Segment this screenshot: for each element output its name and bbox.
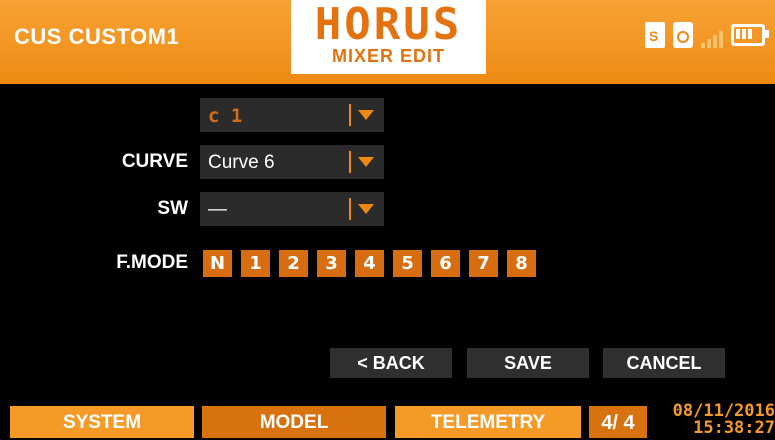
fmode-button-7[interactable]: 7 [469, 250, 498, 277]
curve-dropdown[interactable]: Curve 6 [200, 145, 384, 179]
cancel-button[interactable]: CANCEL [603, 348, 725, 378]
curve-label: CURVE [121, 151, 188, 172]
page-title: MIXER EDIT [331, 46, 445, 66]
source-value: c 1 [208, 105, 243, 127]
fmode-button-n[interactable]: N [203, 250, 232, 277]
fmode-button-4[interactable]: 4 [355, 250, 384, 277]
fmode-button-1[interactable]: 1 [241, 250, 270, 277]
logo-panel: HORUS MIXER EDIT [291, 0, 486, 74]
top-bar: CUS CUSTOM1 HORUS MIXER EDIT [0, 0, 775, 84]
fmode-button-8[interactable]: 8 [507, 250, 536, 277]
tab-model[interactable]: MODEL [202, 406, 386, 438]
sd-card-icon [645, 22, 665, 48]
dropdown-arrow-icon[interactable] [358, 204, 374, 214]
fmode-button-2[interactable]: 2 [279, 250, 308, 277]
battery-icon [731, 24, 769, 46]
save-button[interactable]: SAVE [467, 348, 589, 378]
sw-label: SW [157, 198, 188, 219]
tab-telemetry[interactable]: TELEMETRY [395, 406, 581, 438]
signal-strength-icon [701, 22, 723, 48]
dropdown-separator [349, 151, 351, 173]
horus-logo: HORUS [314, 0, 463, 50]
fmode-label: F.MODE [116, 252, 188, 273]
page-indicator: 4/ 4 [589, 406, 647, 438]
switch-value: — [208, 199, 227, 220]
switch-dropdown[interactable]: — [200, 192, 384, 226]
record-icon [673, 22, 693, 48]
dropdown-separator [349, 198, 351, 220]
model-title: CUS CUSTOM1 [14, 24, 180, 49]
datetime: 08/11/2016 15:38:27 [655, 403, 775, 437]
fmode-button-3[interactable]: 3 [317, 250, 346, 277]
time-text: 15:38:27 [693, 418, 775, 438]
status-icons [645, 22, 769, 48]
fmode-button-6[interactable]: 6 [431, 250, 460, 277]
dropdown-arrow-icon[interactable] [358, 157, 374, 167]
curve-value: Curve 6 [208, 152, 275, 173]
dropdown-arrow-icon[interactable] [358, 110, 374, 120]
back-button[interactable]: < BACK [330, 348, 452, 378]
tab-system[interactable]: SYSTEM [10, 406, 194, 438]
dropdown-separator [349, 104, 351, 126]
source-dropdown[interactable]: c 1 [200, 98, 384, 132]
fmode-button-5[interactable]: 5 [393, 250, 422, 277]
fmode-buttons: N 1 2 3 4 5 6 7 8 [203, 250, 536, 277]
